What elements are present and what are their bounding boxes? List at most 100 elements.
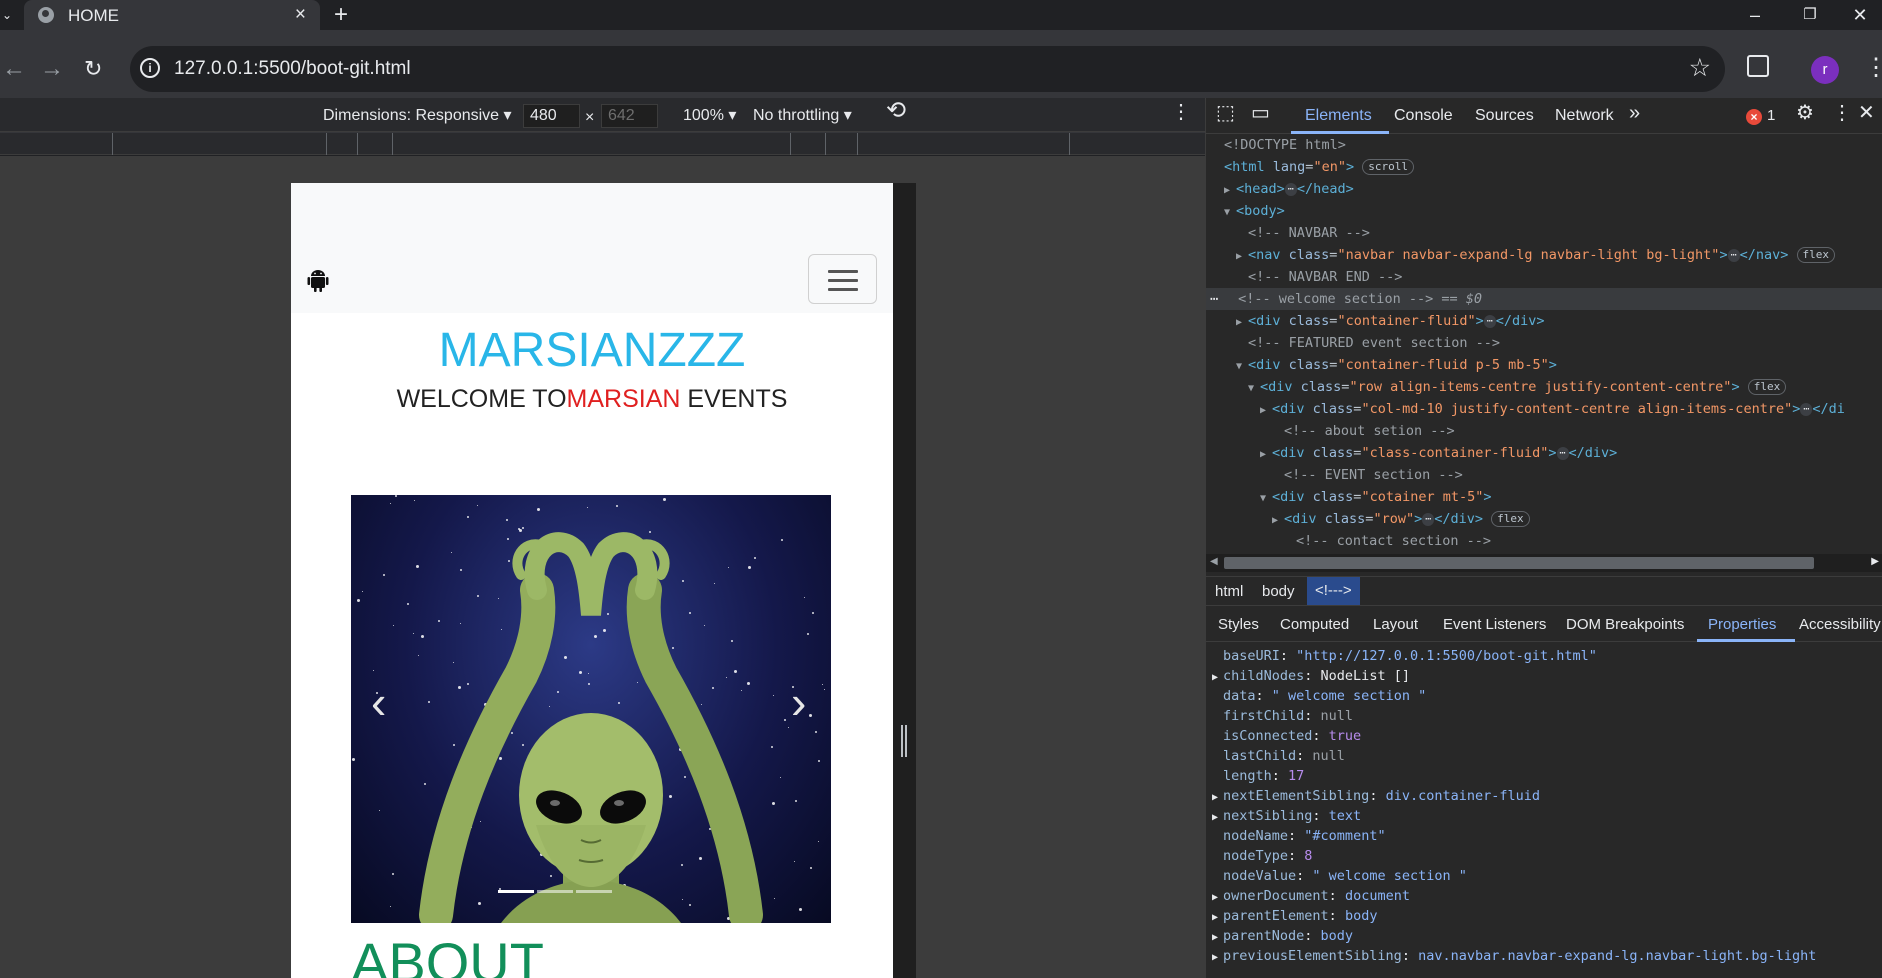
star-icon[interactable]: ☆ [1689,54,1711,82]
zoom-dropdown[interactable]: 100% ▾ [683,107,736,125]
expand-arrow-icon[interactable]: ▶ [1206,888,1223,908]
ruler-tick[interactable] [112,133,113,155]
property-row[interactable]: ▶ parentNode: body [1206,926,1882,946]
tab-console[interactable]: Console [1394,107,1453,125]
ellipsis-badge[interactable]: ⋯ [1483,314,1496,328]
dom-node[interactable]: ▶ <div class="container-fluid"> ⋯ </div> [1206,310,1882,332]
address-bar[interactable]: i 127.0.0.1:5500/boot-git.html ☆ [130,46,1725,92]
carousel-indicator[interactable] [537,890,573,893]
hamburger-icon[interactable] [808,254,877,304]
breadcrumb-html[interactable]: html [1215,583,1243,601]
ellipsis-badge[interactable]: ⋯ [1556,446,1569,460]
kebab-menu-icon[interactable]: ⋮ [1864,54,1882,82]
url-text[interactable]: 127.0.0.1:5500/boot-git.html [174,58,411,80]
expand-arrow-icon[interactable]: ▶ [1206,908,1223,928]
ruler-tick[interactable] [857,133,858,155]
tab-styles[interactable]: Styles [1218,616,1259,634]
scrollbar-thumb[interactable] [1224,557,1814,569]
chevron-down-icon[interactable]: ⌄ [0,0,14,30]
carousel-indicator[interactable] [498,890,534,893]
device-menu-icon[interactable]: ⋮ [1171,102,1191,122]
arrow-right-icon[interactable]: → [40,56,64,82]
property-row[interactable]: ▶ parentElement: body [1206,906,1882,926]
expand-arrow-icon[interactable]: ▶ [1206,668,1223,688]
tab-dom-breakpoints[interactable]: DOM Breakpoints [1566,616,1684,634]
expand-arrow-icon[interactable]: ▶ [1206,928,1223,948]
collapse-arrow-icon[interactable]: ▼ [1248,378,1260,400]
horizontal-scrollbar[interactable]: ◀ ▶ [1206,554,1882,572]
flex-badge[interactable]: flex [1796,247,1836,263]
dom-node[interactable]: ▶ <div class="class-container-fluid"> ⋯ </d… [1206,442,1882,464]
scroll-right-icon[interactable]: ▶ [1871,556,1879,567]
more-tabs-icon[interactable]: » [1629,103,1640,123]
flex-badge[interactable]: flex [1747,379,1787,395]
error-icon[interactable]: × [1746,109,1762,125]
dom-node[interactable]: <!-- FEATURED event section --> [1206,332,1882,354]
dom-node[interactable]: <!-- NAVBAR --> [1206,222,1882,244]
ruler-tick[interactable] [825,133,826,155]
expand-arrow-icon[interactable]: ▶ [1206,948,1223,968]
property-row[interactable]: ▶ previousElementSibling: nav.navbar.navb… [1206,946,1882,966]
close-icon[interactable]: ✕ [1858,103,1875,123]
breadcrumb-comment[interactable]: <!---> [1307,577,1360,605]
tab-properties[interactable]: Properties [1708,616,1776,634]
expand-arrow-icon[interactable]: ▶ [1260,400,1272,422]
inspect-icon[interactable]: ⬚ [1216,103,1235,123]
dom-node[interactable]: ▶ <div class="row"> ⋯ </div> flex [1206,508,1882,530]
expand-arrow-icon[interactable]: ▶ [1206,788,1223,808]
carousel-next-button[interactable]: › [791,679,806,725]
resize-handle[interactable] [901,725,907,757]
scroll-left-icon[interactable]: ◀ [1210,556,1218,567]
ellipsis-badge[interactable]: ⋯ [1727,248,1740,262]
dom-node[interactable]: <!-- contact section --> [1206,530,1882,552]
android-icon[interactable] [307,269,329,293]
avatar[interactable]: r [1811,56,1839,84]
devtools-menu-icon[interactable]: ⋮ [1832,103,1852,123]
dom-node[interactable]: ▶ <nav class="navbar navbar-expand-lg nav… [1206,244,1882,266]
dom-node[interactable]: ▶ <div class="col-md-10 justify-content-c… [1206,398,1882,420]
error-count[interactable]: 1 [1767,107,1775,124]
ellipsis-badge[interactable]: ⋯ [1800,402,1813,416]
dom-node[interactable]: <!DOCTYPE html> [1206,134,1882,156]
ruler-tick[interactable] [392,133,393,155]
dimensions-dropdown[interactable]: Dimensions: Responsive ▾ [323,107,512,125]
property-row[interactable]: ▶ nextElementSibling: div.container-fluid [1206,786,1882,806]
flex-badge[interactable]: flex [1491,511,1530,527]
breadcrumb-body[interactable]: body [1262,583,1295,601]
collapse-arrow-icon[interactable]: ▼ [1236,356,1248,378]
dom-node[interactable]: <html lang="en"> scroll [1206,156,1882,178]
dom-node[interactable]: ▼ <div class="cotainer mt-5"> [1206,486,1882,508]
dom-node[interactable]: <!-- NAVBAR END --> [1206,266,1882,288]
property-row[interactable]: ▶ childNodes: NodeList [] [1206,666,1882,686]
throttling-dropdown[interactable]: No throttling ▾ [753,107,852,125]
minimize-icon[interactable]: – [1730,0,1780,30]
ruler-tick[interactable] [1069,133,1070,155]
carousel-indicator[interactable] [576,890,612,893]
device-toggle-icon[interactable]: ▭ [1251,103,1270,123]
rotate-icon[interactable]: ⟲ [886,99,906,123]
expand-arrow-icon[interactable]: ▶ [1224,180,1236,202]
tab-computed[interactable]: Computed [1280,616,1349,634]
height-input[interactable]: 642 [601,104,658,128]
tab-sources[interactable]: Sources [1475,107,1534,125]
restore-icon[interactable]: ❐ [1785,0,1835,30]
expand-arrow-icon[interactable]: ▶ [1260,444,1272,466]
node-actions-icon[interactable]: ⋯ [1206,291,1218,307]
ruler-tick[interactable] [357,133,358,155]
ellipsis-badge[interactable]: ⋯ [1422,512,1435,526]
ruler-tick[interactable] [790,133,791,155]
dom-node[interactable]: <!-- EVENT section --> [1206,464,1882,486]
plus-icon[interactable]: + [334,2,348,28]
dom-node[interactable]: <!-- about setion --> [1206,420,1882,442]
expand-arrow-icon[interactable]: ▶ [1206,808,1223,828]
gear-icon[interactable]: ⚙ [1796,103,1814,123]
expand-arrow-icon[interactable]: ▶ [1236,312,1248,334]
browser-tab[interactable]: HOME × [24,0,320,30]
tab-accessibility[interactable]: Accessibility [1799,616,1881,634]
tab-elements[interactable]: Elements [1305,107,1372,125]
reload-icon[interactable]: ↻ [84,56,102,82]
width-input[interactable]: 480 [523,104,580,128]
info-icon[interactable]: i [140,58,160,78]
tab-event-listeners[interactable]: Event Listeners [1443,616,1546,634]
dom-node[interactable]: ▼ <div class="row align-items-centre just… [1206,376,1882,398]
